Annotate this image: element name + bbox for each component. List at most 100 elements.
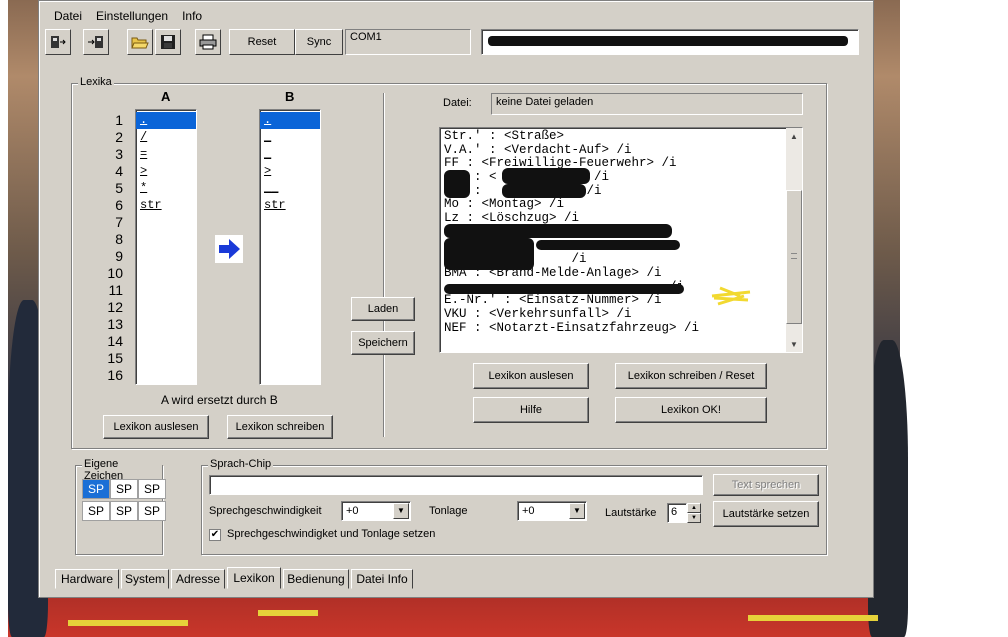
exit-icon — [51, 36, 66, 48]
redaction-1 — [444, 170, 470, 198]
menu-einstellungen[interactable]: Einstellungen — [89, 7, 175, 27]
volume-label: Lautstärke — [605, 507, 657, 519]
char-cell-2[interactable]: SP — [110, 479, 138, 499]
printer-icon — [199, 34, 217, 50]
row-number: 13 — [107, 316, 123, 332]
pitch-value: +0 — [522, 505, 535, 517]
row-number: 16 — [107, 367, 123, 383]
list-item[interactable]: = — [136, 146, 196, 163]
speed-select[interactable]: +0 ▼ — [341, 501, 411, 521]
lexicon-content-box[interactable]: Str.' : <Straße> V.A.' : <Verdacht-Auf> /… — [439, 127, 803, 353]
row-number: 3 — [115, 146, 123, 162]
list-item[interactable]: _ — [260, 146, 320, 163]
row-number: 10 — [107, 265, 123, 281]
list-item[interactable]: > — [136, 163, 196, 180]
volume-field[interactable]: 6 — [667, 503, 687, 523]
checkmark-icon: ✔ — [210, 529, 220, 540]
open-folder-icon — [131, 37, 149, 49]
list-item[interactable]: . — [136, 112, 196, 129]
scroll-thumb[interactable] — [786, 190, 802, 324]
list-item[interactable]: _ — [260, 129, 320, 146]
list-item[interactable]: __ — [260, 180, 320, 197]
spin-up-icon[interactable]: ▲ — [687, 503, 701, 513]
row-number: 15 — [107, 350, 123, 366]
column-a-header: A — [161, 89, 171, 104]
scroll-down-icon[interactable]: ▼ — [786, 336, 802, 352]
menu-bar: Datei Einstellungen Info — [39, 7, 209, 27]
speed-label: Sprechgeschwindigkeit — [209, 505, 322, 517]
list-item[interactable]: > — [260, 163, 320, 180]
reset-button[interactable]: Reset — [229, 29, 295, 55]
row-number: 7 — [115, 214, 123, 230]
char-cell-3[interactable]: SP — [138, 479, 166, 499]
connect-button[interactable] — [83, 29, 109, 55]
print-button[interactable] — [195, 29, 221, 55]
redaction-4 — [444, 224, 672, 238]
list-b[interactable]: . _ _ > __ str — [259, 109, 321, 385]
connect-icon — [88, 36, 103, 48]
row-number: 2 — [115, 129, 123, 145]
list-item[interactable]: / — [136, 129, 196, 146]
char-cell-6[interactable]: SP — [138, 501, 166, 521]
speech-text-input[interactable] — [209, 475, 703, 495]
content-scrollbar[interactable]: ▲ ▼ — [786, 128, 802, 352]
char-cell-4[interactable]: SP — [82, 501, 110, 521]
menu-info[interactable]: Info — [175, 7, 209, 27]
datei-label: Datei: — [443, 97, 472, 109]
char-cell-5[interactable]: SP — [110, 501, 138, 521]
lexicon-line: V.A.' : <Verdacht-Auf> /i — [444, 142, 632, 157]
chevron-down-icon[interactable]: ▼ — [569, 503, 585, 519]
vertical-divider — [383, 93, 385, 437]
redaction-2 — [502, 168, 590, 184]
file-lexikon-write-reset-button[interactable]: Lexikon schreiben / Reset — [615, 363, 767, 389]
tab-bedienung[interactable]: Bedienung — [283, 569, 349, 589]
chevron-down-icon[interactable]: ▼ — [393, 503, 409, 519]
lexicon-line: E.-Nr.' : <Einsatz-Nummer> /i — [444, 293, 662, 308]
open-button[interactable] — [127, 29, 153, 55]
replace-hint: A wird ersetzt durch B — [161, 393, 278, 407]
list-a[interactable]: . / = > * str — [135, 109, 197, 385]
datei-field: keine Datei geladen — [491, 93, 803, 115]
row-number: 8 — [115, 231, 123, 247]
tab-system[interactable]: System — [121, 569, 169, 589]
tab-adresse[interactable]: Adresse — [171, 569, 225, 589]
lexikon-read-button[interactable]: Lexikon auslesen — [103, 415, 209, 439]
file-lexikon-read-button[interactable]: Lexikon auslesen — [473, 363, 589, 389]
lexikon-write-button[interactable]: Lexikon schreiben — [227, 415, 333, 439]
redaction-3 — [502, 184, 586, 198]
load-button[interactable]: Laden — [351, 297, 415, 321]
menu-datei[interactable]: Datei — [47, 7, 89, 27]
list-item[interactable]: * — [136, 180, 196, 197]
tab-datei-info[interactable]: Datei Info — [351, 569, 413, 589]
speak-text-button[interactable]: Text sprechen — [713, 474, 819, 496]
column-b-header: B — [285, 89, 295, 104]
lexicon-line: Str.' : <Straße> — [444, 129, 565, 143]
pitch-select[interactable]: +0 ▼ — [517, 501, 587, 521]
speed-pitch-checkbox[interactable]: ✔ — [209, 529, 221, 541]
tab-lexikon[interactable]: Lexikon — [227, 567, 281, 589]
app-window: Datei Einstellungen Info Reset Sync COM1… — [38, 0, 874, 598]
row-number: 11 — [108, 282, 123, 298]
exit-button[interactable] — [45, 29, 71, 55]
list-item[interactable]: str — [136, 197, 196, 214]
lexikon-ok-button[interactable]: Lexikon OK! — [615, 397, 767, 423]
tab-hardware[interactable]: Hardware — [55, 569, 119, 589]
volume-spinner[interactable]: ▲ ▼ — [687, 503, 701, 523]
help-button[interactable]: Hilfe — [473, 397, 589, 423]
port-field: COM1 — [345, 29, 471, 55]
save-button[interactable] — [155, 29, 181, 55]
char-cell-1[interactable]: SP — [82, 479, 110, 499]
sync-button[interactable]: Sync — [295, 29, 343, 55]
spin-down-icon[interactable]: ▼ — [687, 513, 701, 523]
arrow-right-icon — [215, 235, 243, 263]
list-item[interactable]: str — [260, 197, 320, 214]
row-number: 1 — [115, 112, 123, 128]
set-volume-button[interactable]: Lautstärke setzen — [713, 501, 819, 527]
list-item[interactable]: . — [260, 112, 320, 129]
store-button[interactable]: Speichern — [351, 331, 415, 355]
row-number: 14 — [107, 333, 123, 349]
redaction-scribble — [488, 36, 848, 46]
lexicon-line: Mo : <Montag> /i — [444, 197, 565, 212]
lexicon-line: VKU : <Verkehrsunfall> /i — [444, 306, 632, 321]
scroll-up-icon[interactable]: ▲ — [786, 128, 802, 144]
